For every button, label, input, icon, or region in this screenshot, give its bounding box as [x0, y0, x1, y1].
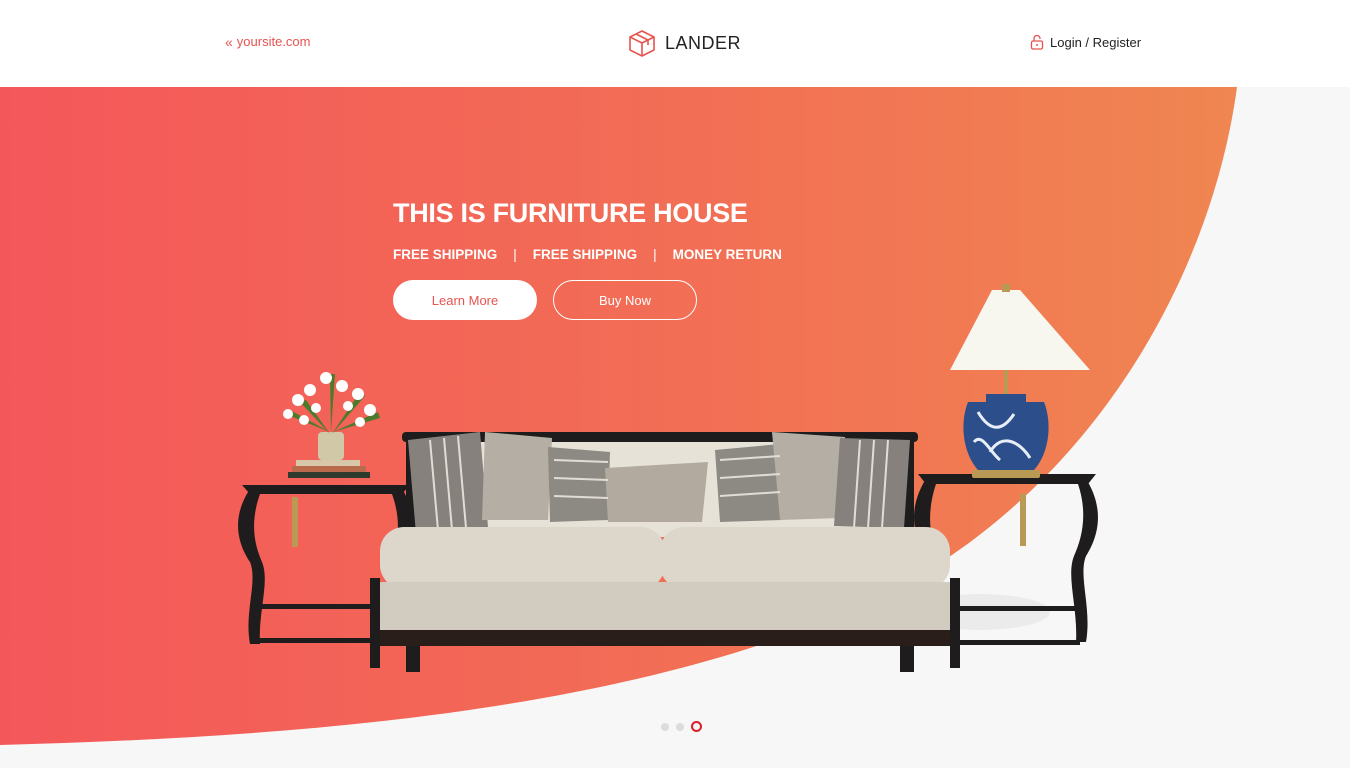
- carousel-indicators: [661, 721, 702, 732]
- hero-title: THIS IS FURNITURE HOUSE: [393, 198, 748, 228]
- feature-separator: |: [513, 247, 517, 262]
- box-icon: [629, 30, 655, 57]
- sofa-set-image: [238, 284, 1098, 672]
- feature-item: FREE SHIPPING: [393, 247, 498, 262]
- site-header: « yoursite.com LANDER Login / Register: [0, 0, 1350, 87]
- back-to-site-link[interactable]: « yoursite.com: [225, 34, 311, 49]
- feature-item: MONEY RETURN: [672, 247, 782, 262]
- logo-text: LANDER: [665, 32, 742, 53]
- feature-item: FREE SHIPPING: [532, 247, 638, 262]
- double-chevron-left-icon: «: [225, 33, 233, 50]
- login-register-label: Login / Register: [1050, 34, 1142, 50]
- feature-list: FREE SHIPPING | FREE SHIPPING | MONEY RE…: [393, 247, 782, 262]
- back-link-label: yoursite.com: [236, 34, 311, 49]
- carousel-dot-active[interactable]: [691, 721, 702, 732]
- login-register-link[interactable]: Login / Register: [1030, 34, 1141, 50]
- logo[interactable]: LANDER: [627, 28, 741, 58]
- feature-separator: |: [653, 247, 657, 262]
- sofa: [370, 432, 960, 672]
- hero-banner: THIS IS FURNITURE HOUSE FREE SHIPPING | …: [0, 87, 1350, 768]
- carousel-dot[interactable]: [676, 722, 684, 731]
- lock-icon: [1030, 34, 1044, 50]
- carousel-dot[interactable]: [661, 722, 669, 731]
